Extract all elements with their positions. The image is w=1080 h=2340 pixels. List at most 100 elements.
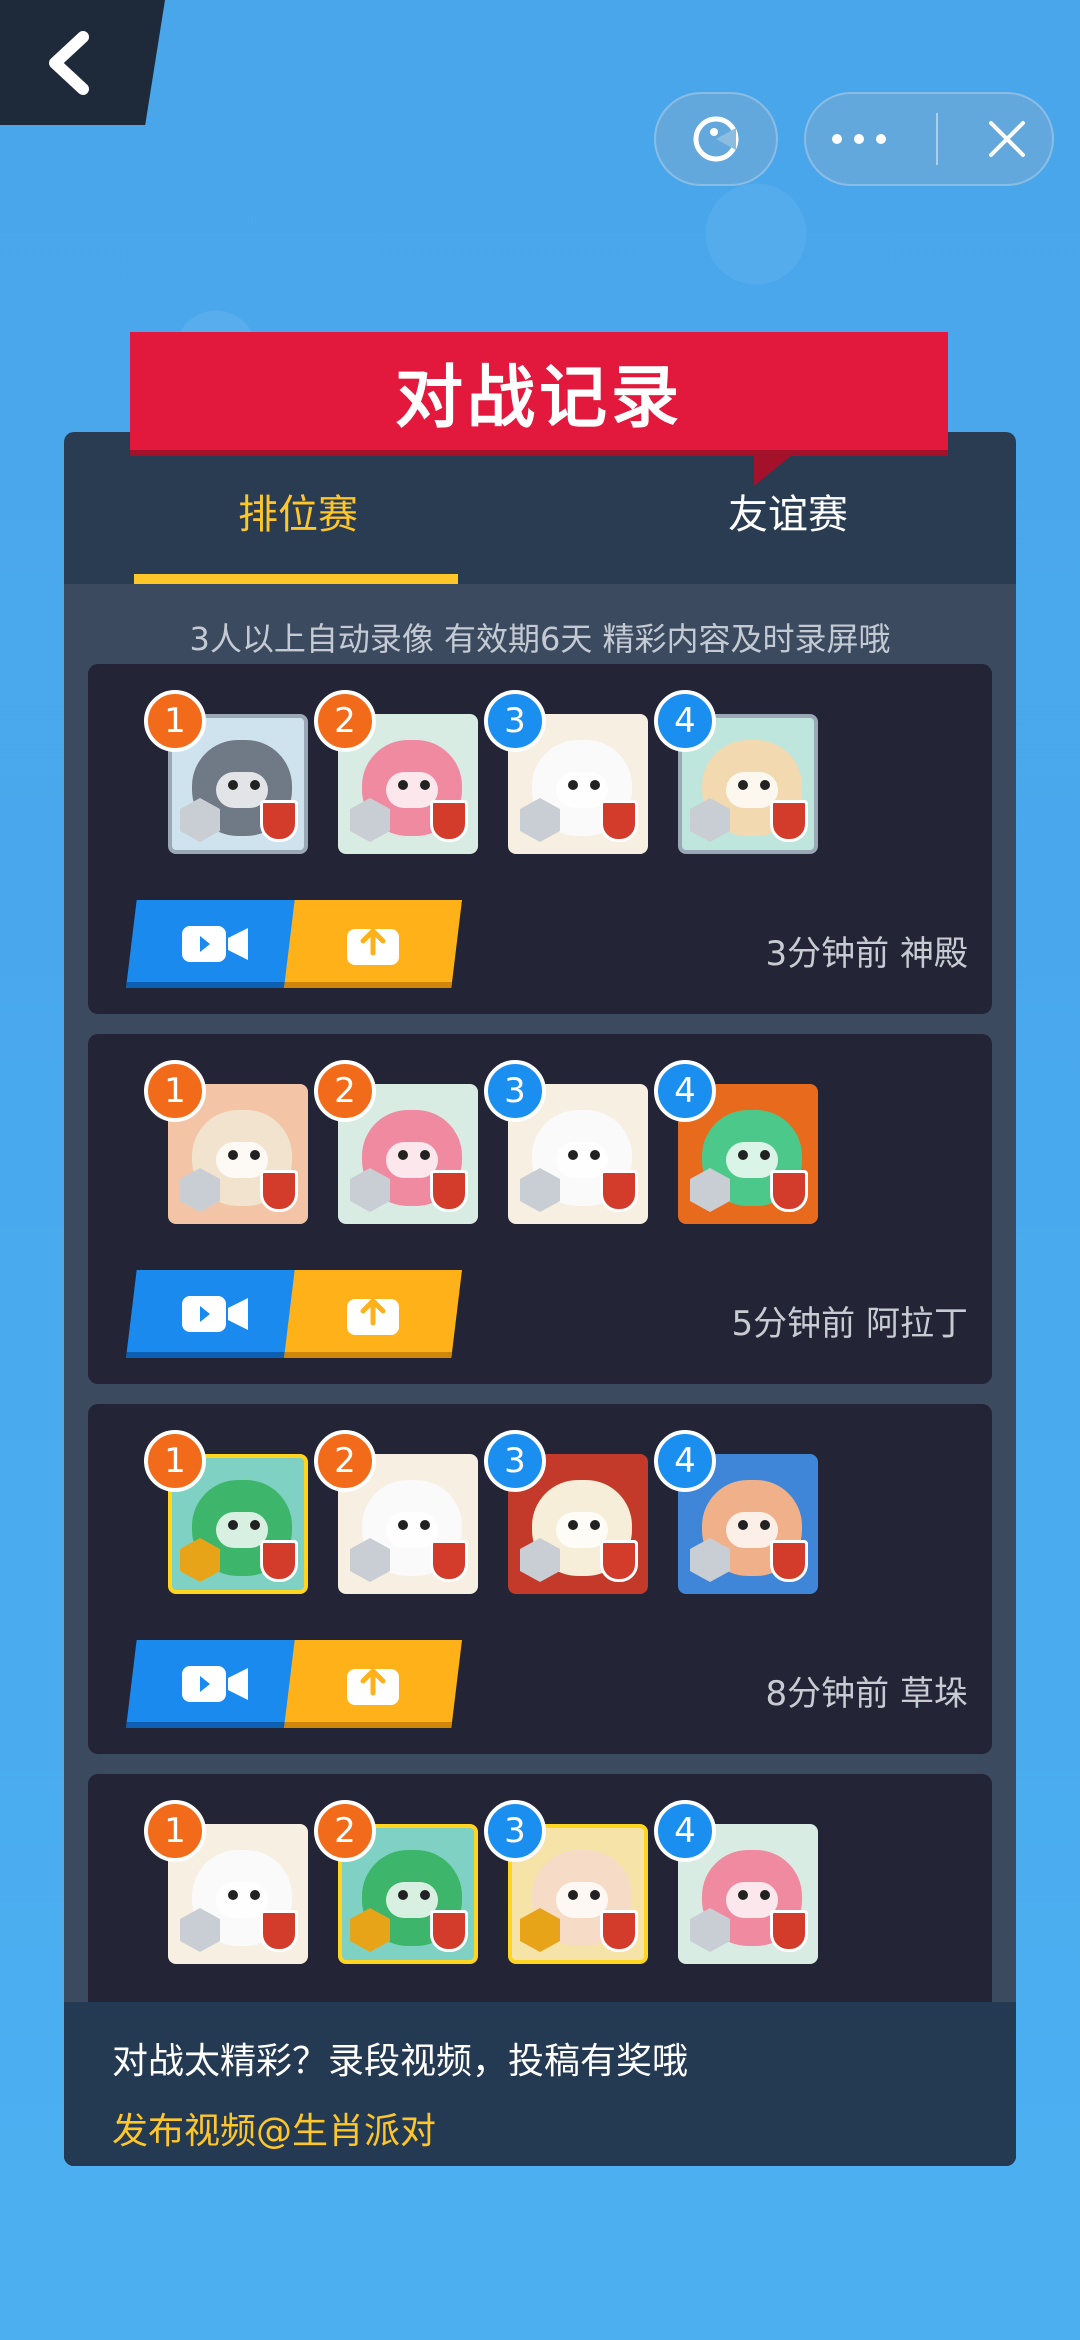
- title-shield-icon: [770, 1170, 808, 1212]
- avatar-eye: [568, 1150, 578, 1160]
- avatar-eye: [250, 1520, 260, 1530]
- avatar-eye: [760, 1890, 770, 1900]
- record-card: 1 2 3 4 3分钟前 神殿: [88, 664, 992, 1014]
- placement-badge: 1: [144, 1800, 206, 1862]
- avatar-eye: [760, 780, 770, 790]
- title-shield-icon: [600, 1910, 638, 1952]
- record-time-map: 3分钟前 神殿: [765, 934, 968, 974]
- avatar-eye: [228, 1150, 238, 1160]
- title-shield-icon: [430, 1910, 468, 1952]
- title-shield-icon: [260, 1540, 298, 1582]
- avatar-eye: [568, 1890, 578, 1900]
- game-center-button[interactable]: [654, 92, 778, 186]
- upload-share-icon: [347, 1668, 399, 1705]
- capsule-divider: [935, 113, 938, 165]
- player-slot[interactable]: 1: [144, 690, 308, 854]
- player-slot[interactable]: 2: [314, 1060, 478, 1224]
- close-x-icon[interactable]: [985, 117, 1029, 161]
- avatar-eye: [398, 1890, 408, 1900]
- placement-badge: 2: [314, 1800, 376, 1862]
- placement-badge: 4: [654, 690, 716, 752]
- avatar-eye: [568, 1520, 578, 1530]
- more-dots-icon[interactable]: [829, 129, 889, 149]
- title-shield-icon: [260, 1170, 298, 1212]
- avatar-eye: [420, 1150, 430, 1160]
- avatar-eye: [228, 1890, 238, 1900]
- watch-replay-button[interactable]: [126, 1270, 304, 1358]
- player-slot[interactable]: 3: [484, 1060, 648, 1224]
- watch-replay-button[interactable]: [126, 1640, 304, 1728]
- avatar-eye: [420, 1520, 430, 1530]
- player-slot[interactable]: 2: [314, 1800, 478, 1964]
- share-replay-button[interactable]: [284, 1640, 462, 1728]
- avatar-eye: [568, 780, 578, 790]
- title-shield-icon: [430, 1170, 468, 1212]
- tab-ranked[interactable]: 排位赛: [238, 482, 358, 540]
- avatar-eye: [590, 1890, 600, 1900]
- title-shield-icon: [600, 800, 638, 842]
- player-slot[interactable]: 3: [484, 690, 648, 854]
- placement-badge: 4: [654, 1060, 716, 1122]
- player-slot[interactable]: 3: [484, 1430, 648, 1594]
- active-tab-indicator: [134, 574, 458, 584]
- promo-text: 对战太精彩？录段视频，投稿有奖哦: [112, 2041, 689, 2082]
- title-shield-icon: [770, 800, 808, 842]
- title-shield-icon: [260, 1910, 298, 1952]
- avatar-eye: [590, 780, 600, 790]
- video-camera-icon: [182, 926, 248, 962]
- player-slot[interactable]: 1: [144, 1430, 308, 1594]
- player-slot[interactable]: 3: [484, 1800, 648, 1964]
- back-button[interactable]: [0, 0, 165, 125]
- placement-badge: 2: [314, 1430, 376, 1492]
- avatar-eye: [760, 1520, 770, 1530]
- avatar-eye: [228, 1520, 238, 1530]
- upload-share-icon: [347, 1298, 399, 1335]
- avatar-eye: [250, 1890, 260, 1900]
- player-slot[interactable]: 1: [144, 1800, 308, 1964]
- record-card: 1 2 3 4 8分钟前 草垛: [88, 1404, 992, 1754]
- player-slot[interactable]: 1: [144, 1060, 308, 1224]
- watch-replay-button[interactable]: [126, 900, 304, 988]
- tab-friendly[interactable]: 友谊赛: [728, 482, 848, 540]
- title-shield-icon: [770, 1910, 808, 1952]
- placement-badge: 2: [314, 690, 376, 752]
- avatar-eye: [250, 1150, 260, 1160]
- share-replay-button[interactable]: [284, 900, 462, 988]
- avatar-eye: [590, 1520, 600, 1530]
- player-slot[interactable]: 2: [314, 1430, 478, 1594]
- player-slot[interactable]: 4: [654, 690, 818, 854]
- player-slot[interactable]: 4: [654, 1060, 818, 1224]
- promo-link[interactable]: 发布视频@生肖派对: [112, 2102, 968, 2154]
- record-notice: 3人以上自动录像 有效期6天 精彩内容及时录屏哦: [189, 620, 891, 658]
- placement-badge: 3: [484, 1060, 546, 1122]
- avatar-eye: [738, 1890, 748, 1900]
- record-list[interactable]: 3人以上自动录像 有效期6天 精彩内容及时录屏哦 1 2 3 4 3分钟前 神殿 1 2 3 4…: [64, 584, 1016, 2166]
- player-slot[interactable]: 2: [314, 690, 478, 854]
- avatar-eye: [590, 1150, 600, 1160]
- avatar-eye: [228, 780, 238, 790]
- placement-badge: 1: [144, 690, 206, 752]
- avatar-eye: [420, 1890, 430, 1900]
- avatar-eye: [420, 780, 430, 790]
- title-shield-icon: [430, 800, 468, 842]
- player-slot[interactable]: 4: [654, 1800, 818, 1964]
- title-shield-icon: [600, 1540, 638, 1582]
- placement-badge: 3: [484, 690, 546, 752]
- placement-badge: 3: [484, 1430, 546, 1492]
- share-replay-button[interactable]: [284, 1270, 462, 1358]
- avatar-eye: [398, 1520, 408, 1530]
- title-shield-icon: [600, 1170, 638, 1212]
- avatar-eye: [738, 1150, 748, 1160]
- miniapp-capsule: [804, 92, 1054, 186]
- back-chevron-icon: [48, 30, 89, 95]
- title-shield-icon: [260, 800, 298, 842]
- video-camera-icon: [182, 1666, 248, 1702]
- avatar-eye: [760, 1150, 770, 1160]
- battle-record-panel: 排位赛 友谊赛 3人以上自动录像 有效期6天 精彩内容及时录屏哦 1 2 3 4 3分钟…: [64, 432, 1016, 2166]
- placement-badge: 2: [314, 1060, 376, 1122]
- avatar-eye: [738, 780, 748, 790]
- avatar-eye: [398, 1150, 408, 1160]
- title-shield-icon: [770, 1540, 808, 1582]
- player-slot[interactable]: 4: [654, 1430, 818, 1594]
- placement-badge: 4: [654, 1800, 716, 1862]
